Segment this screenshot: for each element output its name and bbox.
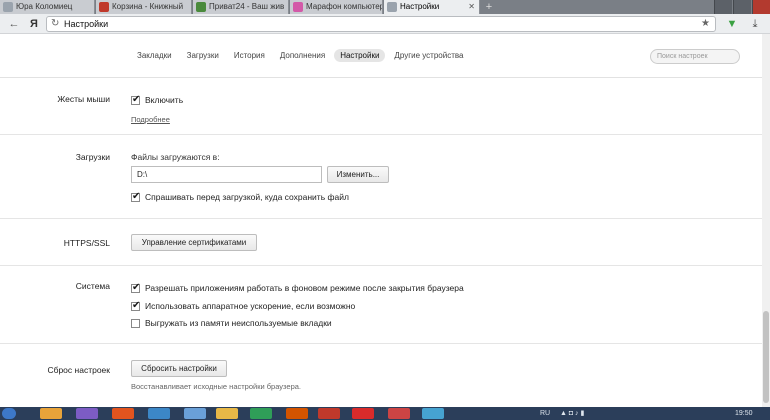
clock[interactable]: 19:50 bbox=[735, 408, 753, 419]
taskbar-app-icon[interactable] bbox=[76, 408, 98, 419]
reset-settings-button[interactable]: Сбросить настройки bbox=[131, 360, 227, 377]
address-field[interactable]: ↻ Настройки ★ bbox=[46, 16, 716, 32]
profile-icon bbox=[3, 2, 13, 12]
tray-icons[interactable]: ▲ ◘ ♪ ▮ bbox=[560, 408, 584, 419]
section-label-mouse-gestures: Жесты мыши bbox=[57, 94, 110, 104]
section-label-system: Система bbox=[75, 281, 110, 291]
tab-title: Марафон компьютер bbox=[306, 2, 383, 11]
bookmark-star-icon[interactable]: ★ bbox=[701, 17, 710, 31]
menu-downloads[interactable]: Загрузки bbox=[181, 49, 225, 62]
divider bbox=[0, 134, 762, 135]
taskbar-app-icon[interactable] bbox=[422, 408, 444, 419]
settings-menu: Закладки Загрузки История Дополнения Нас… bbox=[0, 34, 762, 78]
more-info-link[interactable]: Подробнее bbox=[131, 115, 170, 124]
minimize-button[interactable] bbox=[714, 0, 732, 14]
manage-certificates-button[interactable]: Управление сертификатами bbox=[131, 234, 257, 251]
divider bbox=[0, 265, 762, 266]
maximize-button[interactable] bbox=[733, 0, 751, 14]
tab-settings[interactable]: Настройки ✕ bbox=[384, 0, 480, 14]
scrollbar[interactable] bbox=[762, 34, 770, 407]
divider bbox=[0, 218, 762, 219]
start-button[interactable] bbox=[2, 408, 16, 419]
tab-title: Корзина - Книжный bbox=[112, 2, 184, 11]
tab-1[interactable]: Юра Коломиец bbox=[0, 0, 95, 14]
close-window-button[interactable] bbox=[752, 0, 770, 14]
back-icon[interactable]: ← bbox=[6, 16, 22, 32]
downloads-icon[interactable]: ⤓ bbox=[748, 17, 762, 31]
taskbar: RU ▲ ◘ ♪ ▮ 19:50 bbox=[0, 407, 770, 420]
close-icon[interactable]: ✕ bbox=[468, 0, 475, 14]
tab-title: Приват24 - Ваш жив bbox=[209, 2, 285, 11]
taskbar-app-icon[interactable] bbox=[148, 408, 170, 419]
menu-bookmarks[interactable]: Закладки bbox=[131, 49, 178, 62]
checkbox-label: Включить bbox=[145, 95, 184, 105]
menu-other-devices[interactable]: Другие устройства bbox=[388, 49, 469, 62]
downloads-caption: Файлы загружаются в: bbox=[131, 152, 220, 162]
taskbar-app-icon[interactable] bbox=[388, 408, 410, 419]
checkbox-box[interactable] bbox=[131, 282, 140, 293]
tab-strip: Юра Коломиец Корзина - Книжный Приват24 … bbox=[0, 0, 770, 14]
address-bar-row: ← Я ↻ Настройки ★ ▼ ⤓ bbox=[0, 14, 770, 34]
folder-icon[interactable] bbox=[216, 408, 238, 419]
yandex-logo[interactable]: Я bbox=[26, 16, 42, 32]
change-folder-button[interactable]: Изменить... bbox=[327, 166, 389, 183]
checkbox-label: Спрашивать перед загрузкой, куда сохрани… bbox=[145, 192, 349, 202]
tab-title: Юра Коломиец bbox=[16, 2, 73, 11]
tab-3[interactable]: Приват24 - Ваш жив bbox=[193, 0, 289, 14]
yandex-browser-icon[interactable] bbox=[352, 408, 374, 419]
section-label-https: HTTPS/SSL bbox=[63, 238, 110, 248]
privat24-icon bbox=[196, 2, 206, 12]
url-text: Настройки bbox=[64, 19, 109, 29]
section-label-downloads: Загрузки bbox=[75, 152, 110, 162]
section-label-reset: Сброс настроек bbox=[47, 365, 110, 375]
taskbar-app-icon[interactable] bbox=[318, 408, 340, 419]
checkbox-box[interactable] bbox=[131, 94, 140, 105]
language-indicator[interactable]: RU bbox=[540, 408, 550, 419]
search-settings-input[interactable]: Поиск настроек bbox=[650, 49, 740, 64]
new-tab-button[interactable]: + bbox=[481, 0, 497, 14]
marathon-icon bbox=[293, 2, 303, 12]
checkbox-label: Разрешать приложениям работать в фоновом… bbox=[145, 283, 464, 293]
taskbar-app-icon[interactable] bbox=[286, 408, 308, 419]
checkbox-box[interactable] bbox=[131, 191, 140, 202]
tab-2[interactable]: Корзина - Книжный bbox=[96, 0, 192, 14]
taskbar-app-icon[interactable] bbox=[112, 408, 134, 419]
settings-page-icon bbox=[387, 2, 397, 12]
checkbox-box[interactable] bbox=[131, 319, 140, 328]
taskbar-app-icon[interactable] bbox=[184, 408, 206, 419]
checkbox-label: Использовать аппаратное ускорение, если … bbox=[145, 301, 356, 311]
download-path-field[interactable]: D:\ bbox=[131, 166, 322, 183]
menu-settings[interactable]: Настройки bbox=[334, 49, 386, 62]
reset-note: Восстанавливает исходные настройки брауз… bbox=[131, 382, 302, 391]
checkbox-label: Выгружать из памяти неиспользуемые вклад… bbox=[145, 318, 332, 328]
reload-icon[interactable]: ↻ bbox=[51, 17, 59, 31]
checkbox-box[interactable] bbox=[131, 300, 140, 311]
divider bbox=[0, 343, 762, 344]
tab-4[interactable]: Марафон компьютер bbox=[290, 0, 383, 14]
taskbar-app-icon[interactable] bbox=[250, 408, 272, 419]
book-store-icon bbox=[99, 2, 109, 12]
scrollbar-thumb[interactable] bbox=[763, 311, 769, 403]
menu-history[interactable]: История bbox=[228, 49, 271, 62]
tab-title: Настройки bbox=[400, 2, 440, 11]
extension-icon[interactable]: ▼ bbox=[725, 17, 739, 31]
taskbar-app-icon[interactable] bbox=[40, 408, 62, 419]
menu-extensions[interactable]: Дополнения bbox=[274, 49, 331, 62]
